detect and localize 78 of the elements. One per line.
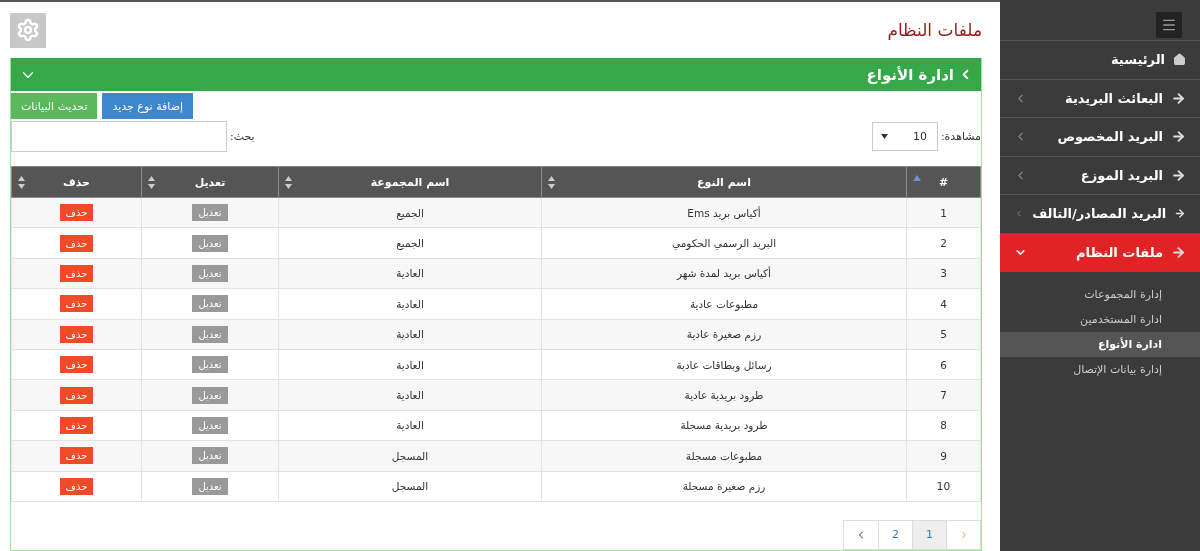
panel-title: ادارة الأنواع: [866, 65, 973, 84]
delete-button[interactable]: حذف: [60, 416, 93, 434]
sidebar-subitem[interactable]: ادارة الأنواع: [1000, 332, 1200, 357]
table-cell: العادية: [278, 288, 542, 320]
menu-button[interactable]: [1156, 12, 1182, 38]
table-cell: الجميع: [278, 227, 542, 259]
table-cell: 7: [906, 379, 981, 411]
sidebar-subitem[interactable]: ادارة المستخدمين: [1000, 307, 1200, 332]
settings-button[interactable]: [10, 12, 46, 48]
table-cell: 9: [906, 440, 981, 471]
table-cell: العادية: [278, 349, 542, 380]
table-cell: رزم صغيرة مسجلة: [541, 471, 907, 502]
sidebar-subitem[interactable]: إدارة بيانات الإتصال: [1000, 357, 1200, 382]
edit-button[interactable]: تعديل: [192, 447, 228, 465]
edit-button[interactable]: تعديل: [192, 204, 228, 222]
table-cell: 5: [906, 319, 981, 350]
page-title: ملفات النظام: [887, 20, 982, 40]
add-button[interactable]: إضافة نوع جديد: [102, 93, 194, 119]
table-cell: 8: [906, 410, 981, 441]
delete-button[interactable]: حذف: [60, 204, 93, 222]
delete-button[interactable]: حذف: [60, 477, 93, 495]
page-button[interactable]: 1: [912, 520, 946, 549]
sidebar-item[interactable]: ملفات النظام: [1000, 233, 1200, 272]
arrow-icon: [1171, 90, 1186, 106]
edit-button[interactable]: تعديل: [192, 386, 228, 404]
menu-icon: [1161, 17, 1177, 33]
page-size-label: مشاهدة:: [940, 130, 981, 143]
table-cell: 4: [906, 288, 981, 320]
table-cell: طرود بريدية عادية: [541, 379, 907, 411]
arrow-icon: [1171, 167, 1186, 183]
delete-button[interactable]: حذف: [60, 264, 93, 282]
table-cell: المسجل: [278, 471, 542, 502]
table-cell: العادية: [278, 258, 542, 289]
edit-button[interactable]: تعديل: [192, 477, 228, 495]
table-cell: أكياس بريد Ems: [541, 197, 907, 228]
table-cell: العادية: [278, 379, 542, 411]
table-cell: 1: [906, 197, 981, 228]
column-header[interactable]: حذف: [11, 166, 142, 198]
column-header[interactable]: اسم النوع: [541, 166, 907, 198]
table-cell: رسائل وبطاقات عادية: [541, 349, 907, 380]
refresh-button[interactable]: تحديث البيانات: [11, 93, 98, 119]
table-cell: 10: [906, 471, 981, 502]
table-cell: طرود بريدية مسجلة: [541, 410, 907, 441]
delete-button[interactable]: حذف: [60, 325, 93, 343]
table-cell: 6: [906, 349, 981, 380]
arrow-icon: [1171, 129, 1186, 145]
table-cell: رزم صغيرة عادية: [541, 319, 907, 350]
edit-button[interactable]: تعديل: [192, 325, 228, 343]
delete-button[interactable]: حذف: [60, 447, 93, 465]
table-cell: البريد الرسمي الحكومي: [541, 227, 907, 259]
column-header[interactable]: اسم المجموعة: [278, 166, 542, 198]
table-cell: مطبوعات مسجلة: [541, 440, 907, 471]
edit-button[interactable]: تعديل: [192, 264, 228, 282]
dropdown-arrow-icon: [880, 134, 888, 139]
column-header[interactable]: #: [906, 166, 981, 198]
table-cell: المسجل: [278, 440, 542, 471]
search-label: بحث:: [230, 130, 255, 143]
table-cell: 3: [906, 258, 981, 289]
table-cell: 2: [906, 227, 981, 259]
sidebar-subitem[interactable]: إدارة المجموعات: [1000, 282, 1200, 307]
table-cell: العادية: [278, 319, 542, 350]
delete-button[interactable]: حذف: [60, 234, 93, 252]
home-icon: [1173, 53, 1186, 67]
edit-button[interactable]: تعديل: [192, 234, 228, 252]
table-cell: أكياس بريد لمدة شهر: [541, 258, 907, 289]
search-field[interactable]: [11, 121, 227, 152]
arrow-icon: [1171, 244, 1186, 260]
table-cell: مطبوعات عادية: [541, 288, 907, 320]
page-size-select[interactable]: 10: [871, 122, 938, 151]
delete-button[interactable]: حذف: [60, 356, 93, 374]
edit-button[interactable]: تعديل: [192, 295, 228, 313]
delete-button[interactable]: حذف: [60, 386, 93, 404]
column-header[interactable]: تعديل: [141, 166, 279, 198]
edit-button[interactable]: تعديل: [192, 356, 228, 374]
table-cell: الجميع: [278, 197, 542, 228]
delete-button[interactable]: حذف: [60, 295, 93, 313]
table-cell: العادية: [278, 410, 542, 441]
edit-button[interactable]: تعديل: [192, 416, 228, 434]
